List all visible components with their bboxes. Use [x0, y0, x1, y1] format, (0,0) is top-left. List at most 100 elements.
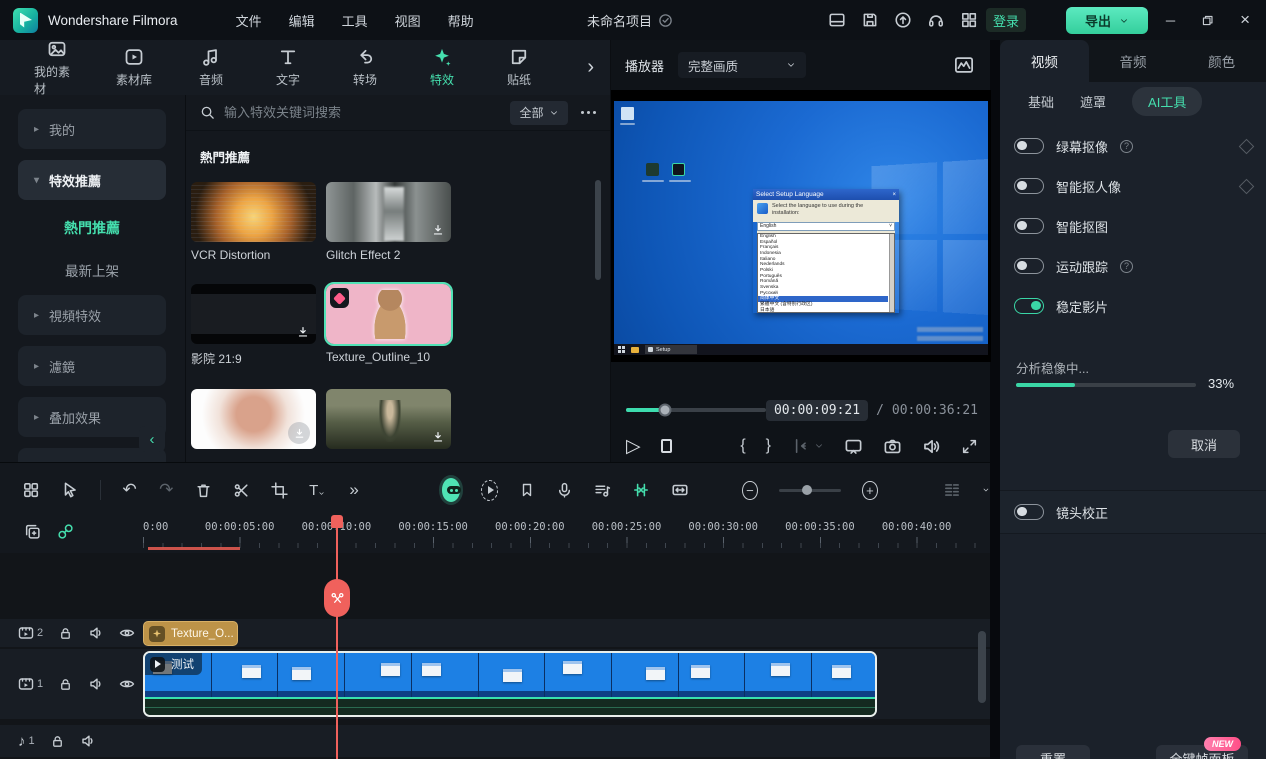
motion-tracking-toggle[interactable] — [1014, 258, 1044, 274]
publish-icon[interactable] — [894, 11, 912, 29]
quality-dropdown[interactable]: 完整画质 — [678, 52, 806, 78]
subtab-ai-tools[interactable]: AI工具 — [1132, 87, 1202, 116]
support-headset-icon[interactable] — [927, 11, 945, 29]
lock-icon[interactable] — [58, 677, 73, 692]
tab-stickers[interactable]: 贴纸 — [496, 47, 542, 88]
text-tool-icon[interactable]: T — [309, 480, 325, 500]
tab-audio[interactable]: 音频 — [188, 47, 234, 88]
stabilization-toggle[interactable] — [1014, 298, 1044, 314]
effect-card[interactable]: Glitch Effect 2 — [326, 182, 451, 262]
menu-item-edit[interactable]: 编辑 — [289, 11, 315, 30]
track-height-icon[interactable] — [943, 480, 961, 500]
marker-icon[interactable] — [519, 480, 535, 500]
timeline-scrollbar[interactable] — [978, 631, 986, 703]
layout-icon[interactable] — [828, 11, 846, 29]
reset-button[interactable]: 重置 — [1016, 745, 1090, 759]
lens-correction-toggle[interactable] — [1014, 504, 1044, 520]
lock-icon[interactable] — [58, 626, 73, 641]
audio-mixer-icon[interactable] — [594, 480, 611, 500]
mute-speaker-icon[interactable] — [88, 676, 104, 692]
snapshot-camera-icon[interactable] — [883, 437, 902, 456]
edit-point-group[interactable] — [791, 437, 824, 455]
search-input[interactable] — [224, 105, 501, 120]
apps-grid-icon[interactable] — [960, 11, 978, 29]
seek-slider[interactable] — [626, 408, 766, 412]
tab-audio-props[interactable]: 音频 — [1089, 40, 1178, 82]
tab-my-media[interactable]: 我的素材 — [34, 39, 80, 97]
ai-copilot-icon[interactable] — [442, 478, 461, 502]
tab-video[interactable]: 视频 — [1000, 40, 1089, 82]
effect-card[interactable]: 影院 21:9 — [191, 284, 316, 367]
zoom-handle[interactable] — [802, 485, 812, 495]
effect-card-selected[interactable]: Texture_Outline_10 — [326, 284, 451, 364]
mute-speaker-icon[interactable] — [88, 625, 104, 641]
volume-icon[interactable] — [922, 437, 941, 456]
link-clips-icon[interactable] — [57, 523, 74, 540]
effect-card[interactable] — [326, 389, 451, 449]
visibility-eye-icon[interactable] — [119, 625, 135, 641]
green-screen-toggle[interactable] — [1014, 138, 1044, 154]
help-icon[interactable]: ? — [1120, 260, 1133, 273]
menu-item-file[interactable]: 文件 — [236, 11, 262, 30]
category-effects-recommend[interactable]: ▾ 特效推薦 — [18, 160, 166, 200]
redo-icon[interactable]: ↷ — [158, 480, 174, 500]
audio-track-1-lane[interactable]: ♪ 1 — [0, 725, 990, 757]
menu-item-view[interactable]: 视图 — [395, 11, 421, 30]
help-icon[interactable]: ? — [1120, 140, 1133, 153]
subtab-mask[interactable]: 遮罩 — [1080, 92, 1106, 111]
zoom-out-icon[interactable]: − — [742, 481, 757, 500]
ai-portrait-toggle[interactable] — [1014, 178, 1044, 194]
stop-button[interactable] — [661, 439, 673, 453]
visibility-eye-icon[interactable] — [119, 676, 135, 692]
menu-item-tools[interactable]: 工具 — [342, 11, 368, 30]
auto-ripple-icon[interactable] — [671, 480, 689, 500]
timeline-zoom-slider[interactable] — [779, 489, 842, 492]
category-hot-recommend[interactable]: 熱門推薦 — [18, 211, 166, 245]
smart-scene-cut-icon[interactable] — [632, 480, 650, 500]
collapse-panel-button[interactable]: ‹ — [139, 426, 165, 452]
smart-cutout-toggle[interactable] — [1014, 218, 1044, 234]
cancel-button[interactable]: 取消 — [1168, 430, 1240, 458]
tab-text[interactable]: 文字 — [265, 47, 311, 88]
close-button[interactable]: × — [1240, 10, 1250, 30]
crop-icon[interactable] — [271, 480, 288, 500]
mute-speaker-icon[interactable] — [80, 733, 96, 749]
chevron-down-icon[interactable] — [982, 485, 990, 495]
seek-handle[interactable] — [659, 404, 672, 417]
export-button[interactable]: 导出 — [1066, 7, 1148, 34]
maximize-button[interactable] — [1201, 14, 1214, 27]
category-my[interactable]: ▸ 我的 — [18, 109, 166, 149]
select-cursor-icon[interactable] — [61, 480, 79, 500]
current-timecode[interactable]: 00:00:09:21 — [766, 400, 868, 421]
save-icon[interactable] — [861, 11, 879, 29]
split-scissors-icon[interactable] — [233, 480, 250, 500]
expand-tabs-chevron[interactable]: › — [587, 56, 594, 79]
more-tools-icon[interactable]: » — [346, 480, 362, 500]
more-options-icon[interactable] — [581, 111, 596, 114]
filter-dropdown[interactable]: 全部 — [510, 101, 568, 125]
lock-icon[interactable] — [50, 734, 65, 749]
fullscreen-icon[interactable] — [961, 438, 978, 455]
playhead-cap[interactable] — [331, 515, 343, 528]
category-video-effects[interactable]: ▸ 視頻特效 — [18, 295, 166, 335]
playhead-line[interactable] — [336, 517, 338, 759]
tab-transitions[interactable]: 转场 — [342, 47, 388, 88]
undo-icon[interactable]: ↶ — [122, 480, 138, 500]
effect-card[interactable] — [191, 389, 316, 449]
menu-item-help[interactable]: 帮助 — [448, 11, 474, 30]
video-clip-selected[interactable]: 测试 — [143, 651, 877, 717]
mark-out-brace[interactable]: } — [766, 437, 771, 455]
zoom-in-icon[interactable]: + — [862, 481, 877, 500]
add-track-icon[interactable] — [24, 523, 41, 540]
playhead-scissors-button[interactable] — [324, 579, 350, 617]
mark-in-brace[interactable]: { — [740, 437, 745, 455]
minimize-button[interactable]: ─ — [1166, 13, 1175, 28]
tab-effects[interactable]: 特效 — [419, 47, 465, 88]
effect-card[interactable]: VCR Distortion — [191, 182, 316, 262]
category-newest[interactable]: 最新上架 — [18, 253, 166, 287]
effects-scrollbar[interactable] — [595, 180, 601, 280]
tab-color[interactable]: 颜色 — [1177, 40, 1266, 82]
media-browser-icon[interactable] — [22, 480, 40, 500]
login-button[interactable]: 登录 — [986, 8, 1026, 32]
play-button[interactable]: ▷ — [626, 437, 641, 456]
